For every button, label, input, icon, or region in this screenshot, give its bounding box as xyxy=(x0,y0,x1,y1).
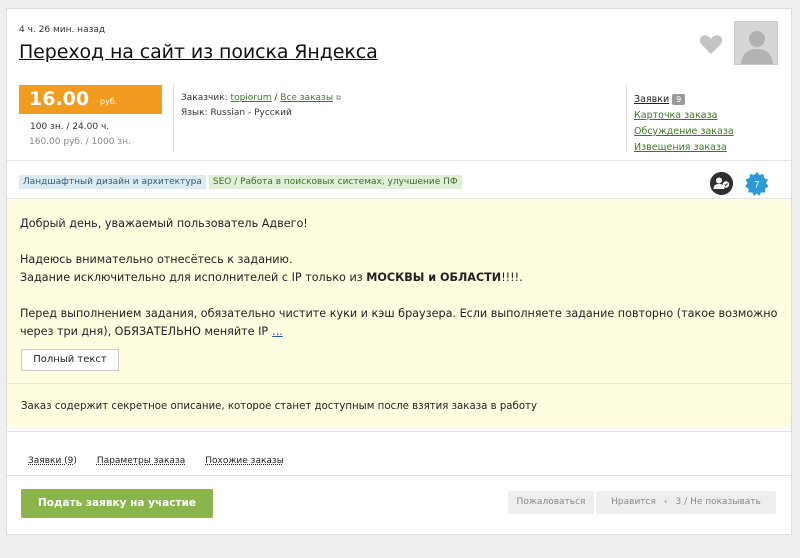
external-link-icon: ⧉ xyxy=(335,94,341,102)
like-button[interactable]: Нравится xyxy=(611,497,656,507)
user-group-icon[interactable] xyxy=(710,172,733,195)
tab-applications[interactable]: Заявки (9) xyxy=(28,456,77,466)
discussion-link[interactable]: Обсуждение заказа xyxy=(634,124,734,140)
language-line: Язык: Russian - Русский xyxy=(181,108,292,118)
applications-link[interactable]: Заявки xyxy=(634,94,669,105)
heart-icon[interactable] xyxy=(699,33,723,55)
description-greeting: Добрый день, уважаемый пользователь Адве… xyxy=(20,217,308,230)
full-text-button[interactable]: Полный текст xyxy=(21,349,119,371)
order-description: Добрый день, уважаемый пользователь Адве… xyxy=(20,215,780,359)
chevron-left-icon: ‹ xyxy=(663,497,668,507)
price-badge: 16.00 руб. xyxy=(19,85,162,114)
secret-notice: Заказ содержит секретное описание, котор… xyxy=(21,401,538,412)
divider xyxy=(173,85,174,152)
price-currency: руб. xyxy=(100,97,118,106)
divider xyxy=(7,431,791,432)
order-title[interactable]: Переход на сайт из поиска Яндекса xyxy=(19,41,378,63)
price-volume: 100 зн. / 24.00 ч. xyxy=(30,122,110,132)
divider xyxy=(626,85,627,152)
divider xyxy=(7,383,791,384)
hide-button[interactable]: Не показывать xyxy=(690,497,761,507)
like-count: 3 xyxy=(675,497,682,507)
all-orders-link[interactable]: Все заказы xyxy=(280,93,333,103)
level-badge-value: 7 xyxy=(754,180,759,190)
order-side-links: Заявки 9 Карточка заказа Обсуждение заказ… xyxy=(634,92,734,156)
category-tag[interactable]: Ландшафтный дизайн и архитектура xyxy=(19,175,206,189)
divider xyxy=(7,160,791,161)
description-line: Перед выполнением задания, обязательно ч… xyxy=(20,307,778,338)
avatar-placeholder xyxy=(735,22,777,64)
category-tags: Ландшафтный дизайн и архитектура SEO / Ра… xyxy=(19,175,465,189)
complain-button[interactable]: Пожаловаться xyxy=(508,491,594,514)
avatar[interactable] xyxy=(734,21,778,65)
category-tag[interactable]: SEO / Работа в поисковых системах, улучш… xyxy=(208,175,462,189)
time-ago: 4 ч. 26 мин. назад xyxy=(19,25,106,35)
price-value: 16.00 xyxy=(29,88,90,110)
read-more-link[interactable]: ... xyxy=(272,325,283,338)
level-badge-icon[interactable]: 7 xyxy=(744,171,770,197)
order-card-link[interactable]: Карточка заказа xyxy=(634,108,734,124)
divider xyxy=(7,475,791,476)
price-rate: 160.00 руб. / 1000 зн. xyxy=(29,137,131,147)
tab-similar-orders[interactable]: Похожие заказы xyxy=(205,456,284,466)
like-bar: Нравится ‹ 3 / Не показывать xyxy=(596,491,776,514)
applications-count-badge: 9 xyxy=(672,94,686,105)
customer-line: Заказчик: topiorum / Все заказы ⧉ xyxy=(181,93,341,103)
description-line: Надеюсь внимательно отнесётесь к заданию… xyxy=(20,253,293,266)
tab-order-params[interactable]: Параметры заказа xyxy=(97,456,185,466)
notifications-link[interactable]: Извещения заказа xyxy=(634,140,734,156)
apply-button[interactable]: Подать заявку на участие xyxy=(21,489,213,518)
customer-link[interactable]: topiorum xyxy=(231,93,272,103)
order-tabs: Заявки (9) Параметры заказа Похожие заказы xyxy=(28,456,304,466)
order-card: 4 ч. 26 мин. назад Переход на сайт из по… xyxy=(6,8,792,535)
